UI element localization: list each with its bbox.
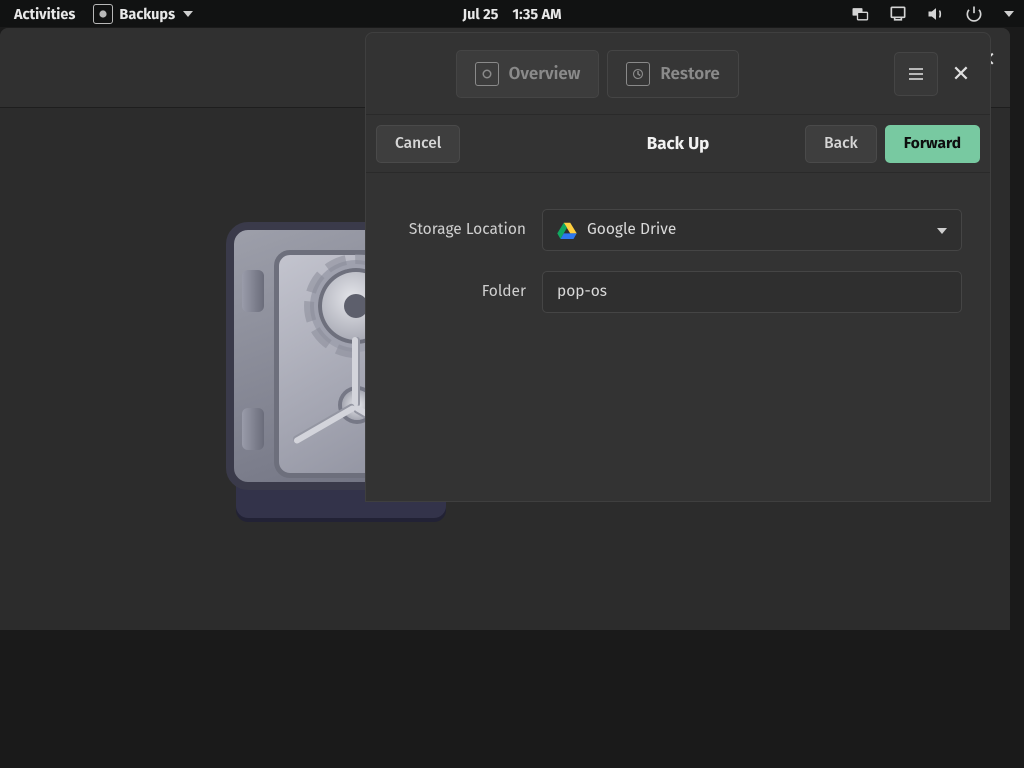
- hamburger-menu-button[interactable]: [894, 52, 938, 96]
- dialog-close-button[interactable]: ✕: [938, 60, 978, 87]
- hamburger-icon: [907, 65, 925, 83]
- tab-overview[interactable]: Overview: [456, 50, 600, 98]
- tab-restore[interactable]: Restore: [607, 50, 738, 98]
- backups-app-icon: [93, 4, 113, 24]
- tab-restore-label: Restore: [660, 63, 719, 84]
- power-icon[interactable]: [964, 4, 984, 24]
- cancel-button[interactable]: Cancel: [376, 125, 460, 163]
- clock-time: 1:35 AM: [512, 5, 561, 23]
- gnome-top-bar: Activities Backups Jul 25 1:35 AM: [0, 0, 1024, 27]
- app-menu-label: Backups: [119, 5, 175, 23]
- dialog-title: Back Up: [647, 133, 710, 154]
- activities-button[interactable]: Activities: [4, 5, 89, 23]
- overview-icon: [475, 62, 499, 86]
- clock-date: Jul 25: [462, 5, 498, 23]
- storage-location-value: Google Drive: [587, 221, 676, 239]
- back-button[interactable]: Back: [805, 125, 877, 163]
- volume-icon[interactable]: [926, 4, 946, 24]
- tab-overview-label: Overview: [509, 63, 581, 84]
- backup-wizard-dialog: Overview Restore ✕ Cancel Back Up Back F…: [365, 32, 991, 502]
- folder-label: Folder: [394, 283, 542, 301]
- restore-icon: [626, 62, 650, 86]
- forward-button[interactable]: Forward: [885, 125, 980, 163]
- google-drive-icon: [557, 222, 577, 239]
- dialog-action-bar: Cancel Back Up Back Forward: [366, 115, 990, 173]
- storage-location-label: Storage Location: [394, 221, 542, 239]
- dialog-tab-bar: Overview Restore ✕: [366, 33, 990, 115]
- dialog-body: Storage Location Google Drive Folder pop…: [366, 173, 990, 313]
- system-menu-chevron-icon[interactable]: [1002, 11, 1014, 17]
- workspace-indicator-icon[interactable]: [850, 4, 870, 24]
- clock-button[interactable]: Jul 25 1:35 AM: [462, 5, 561, 23]
- folder-input[interactable]: pop-os: [542, 271, 962, 313]
- chevron-down-icon: [183, 11, 193, 17]
- app-menu-button[interactable]: Backups: [89, 4, 197, 24]
- chevron-down-icon: [935, 221, 947, 239]
- network-wired-icon[interactable]: [888, 4, 908, 24]
- storage-location-combobox[interactable]: Google Drive: [542, 209, 962, 251]
- folder-value: pop-os: [557, 283, 607, 301]
